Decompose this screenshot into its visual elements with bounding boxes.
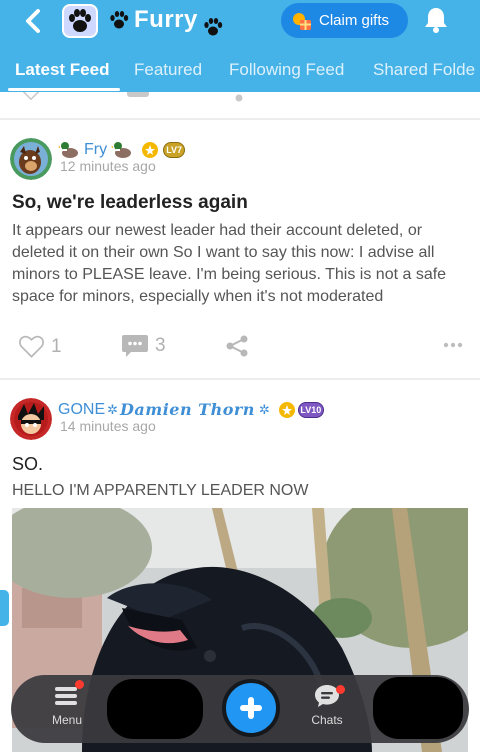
claim-gifts-label: Claim gifts — [319, 12, 390, 29]
avatar[interactable] — [10, 138, 52, 180]
paw-icon — [204, 18, 223, 36]
author-name-prefix[interactable]: GONE — [58, 401, 105, 419]
level-badge: LV7 — [163, 142, 186, 158]
avatar[interactable] — [10, 398, 52, 440]
duck-icon — [111, 142, 132, 158]
feed-tabs: Latest Feed Featured Following Feed Shar… — [0, 52, 480, 92]
comment-icon — [127, 92, 149, 97]
comment-icon — [122, 335, 148, 357]
author-row: Fry LV7 — [58, 140, 186, 160]
redacted-area — [373, 677, 463, 739]
author-name[interactable]: Fry — [84, 141, 107, 159]
gift-icon — [293, 12, 311, 30]
menu-button[interactable]: Menu — [37, 683, 97, 727]
feed-post[interactable]: Fry LV7 12 minutes ago So, we're leaderl… — [0, 122, 480, 380]
paw-icon — [110, 11, 129, 29]
community-icon[interactable] — [62, 4, 98, 38]
more-button[interactable] — [443, 342, 463, 348]
post-actions: 1 3 — [0, 334, 480, 368]
notification-dot — [336, 685, 345, 694]
share-icon — [226, 335, 248, 357]
star-badge-icon — [142, 142, 159, 158]
chevron-left-icon — [26, 9, 40, 33]
more-icon — [443, 342, 463, 348]
chats-button[interactable]: Chats — [297, 683, 357, 727]
post-time: 12 minutes ago — [60, 158, 156, 174]
level-badge: LV10 — [297, 401, 324, 418]
previous-post-remnant — [0, 92, 480, 120]
star-badge-icon — [278, 401, 295, 418]
star-icon: ✲ — [258, 401, 270, 417]
post-title: So, we're leaderless again — [12, 192, 248, 213]
post-title: SO. — [12, 454, 44, 474]
comment-count: 3 — [155, 335, 166, 356]
heart-icon — [22, 92, 40, 101]
claim-gifts-button[interactable]: Claim gifts — [281, 3, 408, 38]
community-title[interactable]: Furry — [108, 2, 224, 38]
comment-button[interactable]: 3 — [121, 334, 166, 358]
bell-icon — [425, 8, 447, 33]
notification-dot — [75, 680, 84, 689]
notifications-button[interactable] — [420, 4, 452, 36]
like-button[interactable]: 1 — [18, 334, 62, 359]
top-bar: Furry Claim gifts — [0, 0, 480, 44]
back-button[interactable] — [18, 6, 48, 36]
redacted-area — [107, 679, 203, 739]
star-icon: ✲ — [107, 401, 119, 417]
side-drawer-handle[interactable] — [0, 590, 9, 626]
menu-label: Menu — [51, 713, 83, 727]
author-name[interactable]: Damien Thorn — [120, 400, 255, 419]
heart-icon — [19, 335, 44, 358]
bottom-nav: Menu Chats — [11, 675, 469, 743]
active-tab-indicator — [8, 88, 120, 91]
community-name: Furry — [134, 6, 198, 33]
chats-label: Chats — [311, 713, 343, 727]
tab-latest-feed[interactable]: Latest Feed — [15, 60, 109, 80]
share-icon — [235, 94, 243, 102]
share-button[interactable] — [225, 334, 249, 358]
tab-following-feed[interactable]: Following Feed — [229, 60, 344, 80]
post-body: It appears our newest leader had their a… — [12, 222, 447, 305]
author-row: GONE ✲ Damien Thorn ✲ LV10 — [58, 400, 324, 419]
tab-featured[interactable]: Featured — [134, 60, 202, 80]
paw-icon — [69, 9, 91, 32]
post-body: HELLO I'M APPARENTLY LEADER NOW — [12, 482, 309, 499]
like-count: 1 — [51, 335, 62, 357]
post-time: 14 minutes ago — [60, 418, 156, 434]
duck-icon — [58, 142, 78, 158]
compose-button[interactable] — [222, 679, 280, 737]
tab-shared-folder[interactable]: Shared Folde — [373, 60, 475, 80]
app-header: Furry Claim gifts Latest Feed Featured F… — [0, 0, 480, 92]
plus-icon — [240, 697, 262, 719]
